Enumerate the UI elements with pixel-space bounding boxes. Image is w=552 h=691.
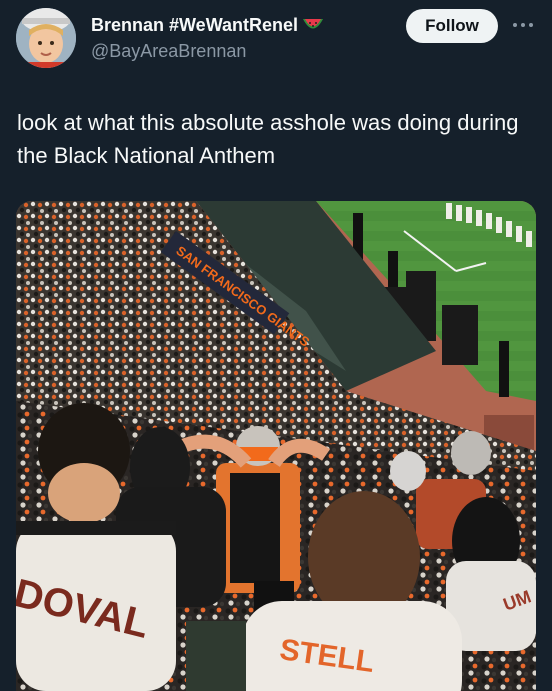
more-options-icon[interactable] — [508, 14, 538, 38]
follow-button[interactable]: Follow — [406, 9, 498, 43]
author-handle[interactable]: @BayAreaBrennan — [91, 40, 246, 62]
tweet-text: look at what this absolute asshole was d… — [17, 110, 519, 168]
tweet-photo[interactable]: SAN FRANCISCO GIANTS UM DOVAL STELL — [16, 201, 536, 691]
author-avatar[interactable] — [16, 8, 76, 68]
tweet-header: Brennan #WeWantRenel @BayAreaBrennan Fol… — [0, 0, 552, 80]
author-display-name[interactable]: Brennan #WeWantRenel — [91, 14, 324, 39]
display-name-text: Brennan #WeWantRenel — [91, 15, 299, 35]
watermelon-icon — [302, 16, 324, 39]
child-photo-avatar-icon — [16, 8, 76, 68]
